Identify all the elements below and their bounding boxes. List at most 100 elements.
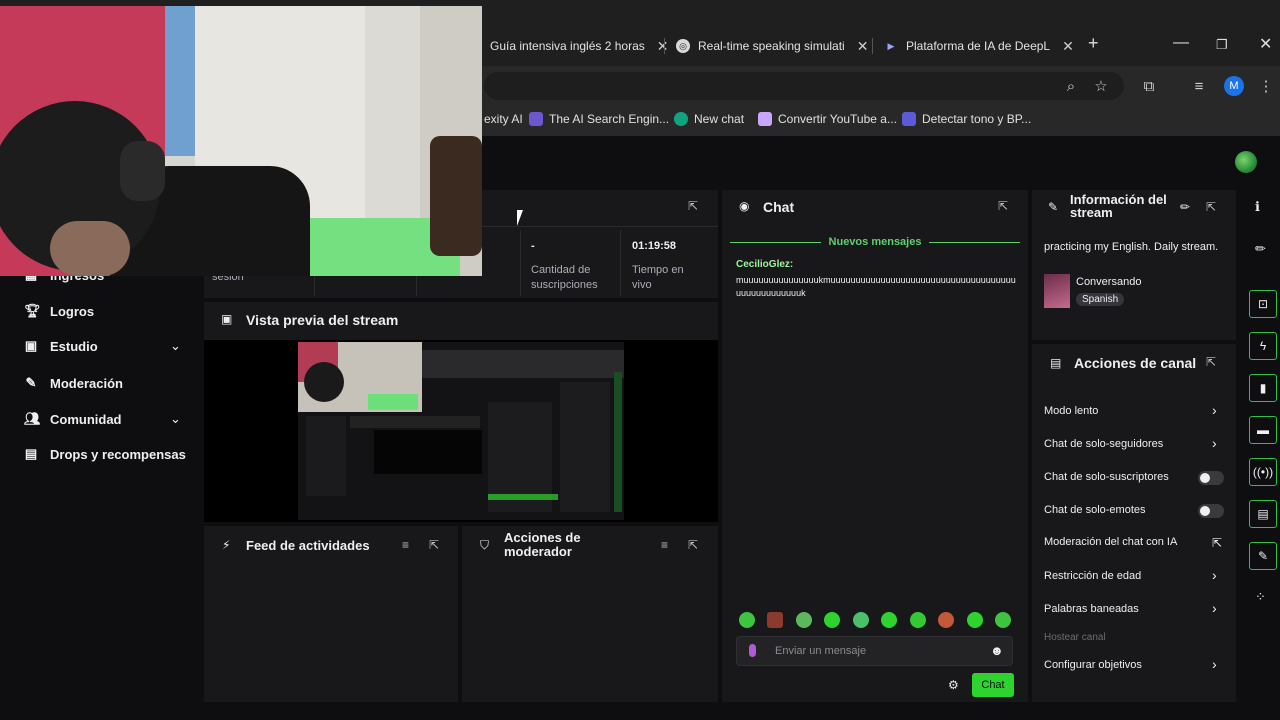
chat-input[interactable]: Enviar un mensaje ☻ — [736, 636, 1013, 666]
bookmark-new-chat[interactable]: New chat — [674, 112, 744, 126]
shield-icon: ⛉ — [480, 538, 490, 552]
chevron-down-icon[interactable]: ⌄ — [170, 338, 181, 354]
popout-icon[interactable]: ⇱ — [1206, 200, 1216, 214]
sidebar-item-moderacion[interactable]: ✎ Moderación — [24, 375, 123, 391]
tab-guia-ingles[interactable]: Guía intensiva inglés 2 horas ✕ — [490, 32, 669, 60]
close-window-icon[interactable]: ✕ — [1259, 34, 1272, 54]
info-icon[interactable]: ℹ — [1255, 199, 1260, 215]
sidebar-item-drops[interactable]: ▤ Drops y recompensas — [24, 446, 186, 462]
action-age-restriction[interactable]: Restricción de edad — [1044, 570, 1141, 582]
chat-username[interactable]: CecilioGlez: — [736, 259, 793, 270]
chat-send-button[interactable]: Chat — [972, 673, 1014, 697]
chatgpt-icon: ◎ — [676, 39, 690, 53]
edit-pencil-icon[interactable]: ✏ — [1255, 241, 1266, 257]
lightning-icon[interactable]: ϟ — [1249, 332, 1277, 360]
bookmark-youtube-convert[interactable]: Convertir YouTube a... — [758, 112, 897, 126]
tag-spanish[interactable]: Spanish — [1076, 293, 1125, 306]
tab-real-time-speaking[interactable]: ◎ Real-time speaking simulati ✕ — [676, 32, 868, 60]
profile-avatar[interactable]: M — [1224, 76, 1244, 96]
popout-icon[interactable]: ⇱ — [688, 199, 698, 213]
new-tab-button[interactable]: + — [1088, 33, 1099, 54]
chevron-right-icon[interactable]: › — [1212, 656, 1217, 672]
chevron-right-icon[interactable]: › — [1212, 600, 1217, 616]
chevron-right-icon[interactable]: › — [1212, 567, 1217, 583]
chevron-down-icon[interactable]: ⌄ — [170, 411, 181, 427]
screen: Guía intensiva inglés 2 horas ✕ ◎ Real-t… — [0, 0, 1280, 720]
sidebar-item-label: Comunidad — [50, 411, 122, 427]
sidebar-item-logros[interactable]: 🏆︎ Logros — [24, 303, 94, 319]
emote-icon[interactable] — [796, 612, 812, 628]
filter-icon[interactable]: ≡ — [402, 538, 409, 552]
emote-icon[interactable] — [739, 612, 755, 628]
bookmark-star-icon[interactable]: ☆ — [1092, 77, 1110, 95]
new-messages-divider: Nuevos mensajes — [730, 236, 1020, 248]
sidebar-item-comunidad[interactable]: 👥︎ Comunidad — [24, 411, 122, 427]
emote-icon[interactable] — [910, 612, 926, 628]
emote-icon[interactable] — [995, 612, 1011, 628]
external-link-icon[interactable]: ⇱ — [1212, 536, 1222, 550]
action-set-goals[interactable]: Configurar objetivos — [1044, 659, 1142, 671]
emote-icon[interactable] — [938, 612, 954, 628]
bookmark-label: Convertir YouTube a... — [778, 112, 897, 126]
wrench-icon[interactable]: ✎ — [1249, 542, 1277, 570]
chevron-right-icon[interactable]: › — [1212, 435, 1217, 451]
broadcast-icon[interactable]: ((•)) — [1249, 458, 1277, 486]
subscriptions-label: Cantidad de suscripciones — [531, 264, 598, 291]
minimize-icon[interactable]: — — [1173, 34, 1189, 52]
shield-icon[interactable]: ▮ — [1249, 374, 1277, 402]
bookmark-label: exity AI — [484, 112, 523, 126]
emote-icon[interactable] — [824, 612, 840, 628]
chevron-right-icon[interactable]: › — [1212, 402, 1217, 418]
extensions-icon[interactable]: ⧉ — [1140, 77, 1158, 95]
reading-list-icon[interactable]: ≡ — [1190, 77, 1208, 95]
bookmark-ai-search[interactable]: The AI Search Engin... — [529, 112, 669, 126]
popout-icon[interactable]: ⇱ — [998, 199, 1008, 213]
popout-icon[interactable]: ⇱ — [1206, 355, 1216, 369]
popout-icon[interactable]: ⇱ — [688, 538, 698, 552]
chat-bubble-icon[interactable]: ▬ — [1249, 416, 1277, 444]
bookmark-detectar-tono[interactable]: Detectar tono y BP... — [902, 112, 1031, 126]
tab-close-icon[interactable]: ✕ — [657, 38, 669, 55]
zoom-icon[interactable]: ⌕ — [1062, 77, 1080, 95]
action-slow-mode[interactable]: Modo lento — [1044, 405, 1098, 417]
more-actions-icon[interactable]: ⁘ — [1255, 589, 1266, 605]
edit-pencil-icon[interactable]: ✏ — [1180, 200, 1190, 214]
filter-icon[interactable]: ≡ — [661, 538, 668, 552]
action-followers-only[interactable]: Chat de solo-seguidores — [1044, 438, 1163, 450]
browser-menu-icon[interactable]: ⋮ — [1257, 77, 1275, 95]
tab-close-icon[interactable]: ✕ — [857, 38, 869, 55]
preview-video[interactable] — [204, 340, 718, 522]
sidebar-item-label: Moderación — [50, 375, 123, 391]
sidebar-item-estudio[interactable]: ▣ Estudio — [24, 338, 98, 354]
clip-icon[interactable]: ⊡ — [1249, 290, 1277, 318]
community-icon: 👥︎ — [24, 411, 41, 426]
address-input[interactable] — [484, 72, 1124, 100]
user-avatar[interactable] — [1235, 151, 1257, 173]
tab-title: Guía intensiva inglés 2 horas — [490, 39, 645, 53]
emote-icon[interactable] — [967, 612, 983, 628]
deepl-icon: ▶ — [884, 39, 898, 53]
gear-icon[interactable]: ⚙ — [948, 678, 959, 692]
action-banned-words[interactable]: Palabras baneadas — [1044, 603, 1139, 615]
action-ai-moderation[interactable]: Moderación del chat con IA — [1044, 536, 1177, 548]
divider — [520, 230, 521, 296]
popout-icon[interactable]: ⇱ — [429, 538, 439, 552]
stream-description: practicing my English. Daily stream. — [1044, 241, 1219, 253]
restore-icon[interactable]: ❐ — [1216, 37, 1228, 53]
bookmark-label: Detectar tono y BP... — [922, 112, 1032, 126]
microphone-icon[interactable] — [749, 644, 756, 657]
sidebar-item-label: Estudio — [50, 338, 98, 354]
emote-icon[interactable] — [881, 612, 897, 628]
subs-only-toggle[interactable] — [1198, 471, 1224, 485]
category-boxart[interactable] — [1044, 274, 1070, 308]
emoji-icon[interactable]: ☻ — [990, 643, 1004, 658]
live-time-value: 01:19:58 — [632, 240, 677, 252]
channel-actions-icon[interactable]: ▤ — [1249, 500, 1277, 528]
tab-close-icon[interactable]: ✕ — [1062, 38, 1074, 55]
emote-icon[interactable] — [767, 612, 783, 628]
category-name[interactable]: Conversando — [1076, 276, 1141, 288]
emote-only-toggle[interactable] — [1198, 504, 1224, 518]
bookmark-perplexity[interactable]: exity AI — [484, 112, 523, 126]
tab-deepl[interactable]: ▶ Plataforma de IA de DeepL ✕ — [884, 32, 1074, 60]
emote-icon[interactable] — [853, 612, 869, 628]
